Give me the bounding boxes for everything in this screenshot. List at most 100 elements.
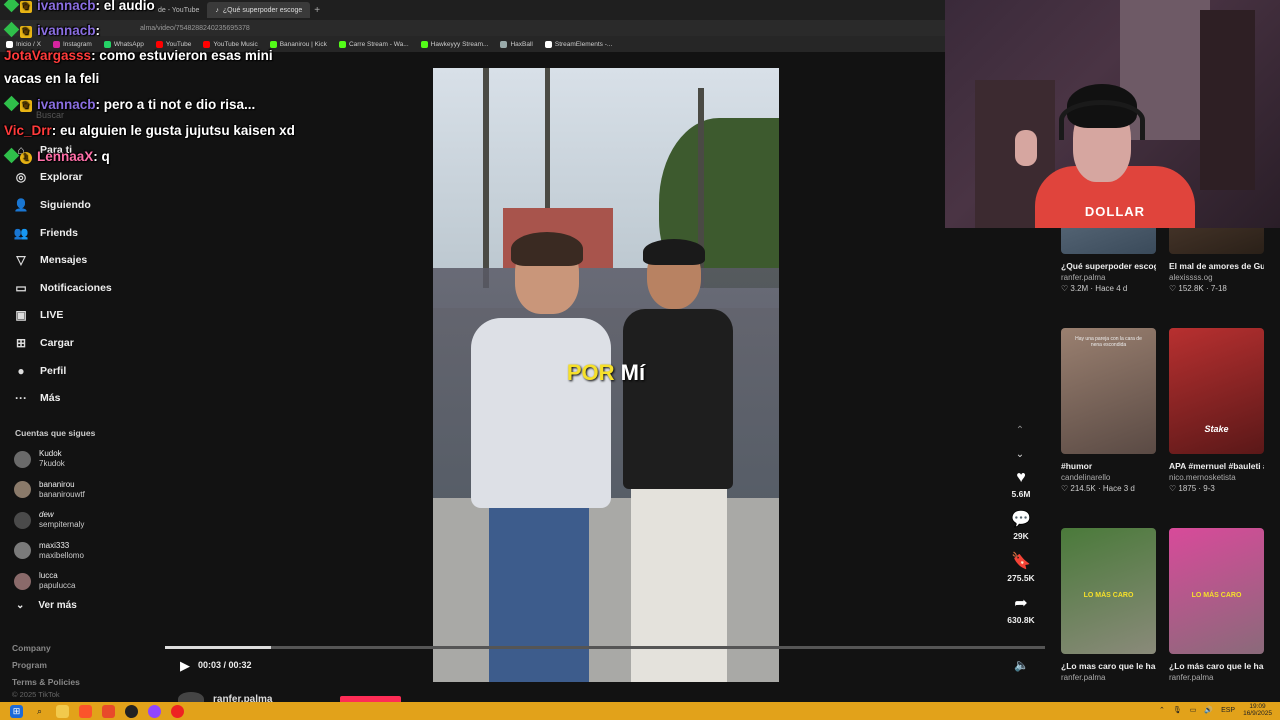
recommendation-card[interactable]: Hay una pareja con la cara de nena escon…: [1061, 328, 1156, 493]
bookmark-item[interactable]: YouTube: [155, 40, 191, 48]
video-area: POR Mí ⌃ ⌄ ♥ 5.6M 💬 29K 🔖 275.5K ➦ 630.8K ▶ 00:…: [165, 52, 1045, 706]
heart-icon[interactable]: ♥: [997, 468, 1045, 488]
footer-link[interactable]: Program: [12, 657, 80, 674]
following-item[interactable]: bananirou bananirouwtf: [14, 475, 164, 506]
recommendation-title[interactable]: El mal de amores de Gustavito ❤️ #GTA...: [1169, 260, 1264, 272]
following-item[interactable]: lucca papulucca: [14, 566, 164, 597]
address-bar[interactable]: alma/video/7548288240235695378: [0, 20, 945, 36]
recommendation-author[interactable]: ranfer.palma: [1169, 673, 1264, 682]
bookmark-item[interactable]: Carre Stream - Wa...: [338, 40, 409, 48]
following-item[interactable]: Kudok 7kudok: [14, 444, 164, 475]
bookmark-item[interactable]: Inicio / X: [6, 40, 41, 48]
recommendation-title[interactable]: ¿Lo más caro que le has regalado a tu? |…: [1169, 660, 1264, 672]
chevron-up-icon[interactable]: ⌃: [1012, 419, 1028, 443]
tab-youtube[interactable]: de - YouTube: [150, 2, 207, 18]
recommendation-title[interactable]: APA #mernuel #bauleti #moski...: [1169, 460, 1264, 472]
recommendation-thumbnail[interactable]: Hay una pareja con la cara de nena escon…: [1061, 328, 1156, 454]
bookmark-icon: [338, 40, 346, 48]
share-action[interactable]: ➦ 630.8K: [997, 594, 1045, 625]
language-indicator[interactable]: ESP: [1221, 707, 1235, 714]
shirt-text: DOLLAR: [1084, 204, 1146, 219]
sidebar-item-cargar[interactable]: ⊞ Cargar: [14, 329, 164, 357]
network-icon[interactable]: ▭: [1190, 706, 1197, 714]
chevron-down-icon[interactable]: ⌄: [1012, 443, 1028, 467]
avatar: [14, 542, 31, 560]
search-icon[interactable]: ⌕: [33, 705, 46, 718]
sidebar-item-siguiendo[interactable]: 👤 Siguiendo: [14, 191, 164, 219]
footer-link[interactable]: Company: [12, 640, 80, 657]
bookmark-item[interactable]: Bananirou | Kick: [269, 40, 327, 48]
following-item[interactable]: dew sempiternaly: [14, 505, 164, 536]
bookmark-label: HaxBall: [510, 40, 533, 48]
recommendation-card[interactable]: LO MÁS CARO ¿Lo mas caro que le has regal…: [1061, 528, 1156, 682]
new-tab-button[interactable]: +: [310, 5, 324, 16]
recommendation-author[interactable]: candelinarello: [1061, 473, 1156, 482]
recommendation-title[interactable]: ¿Qué superpoder escogerías? | Parte 2: [1061, 260, 1156, 272]
folder-icon[interactable]: [56, 704, 69, 718]
see-more-button[interactable]: ⌄ Ver más: [16, 600, 77, 611]
sidebar-item-live[interactable]: ▣ LIVE: [14, 302, 164, 330]
bookmark-action[interactable]: 🔖 275.5K: [997, 552, 1045, 583]
recommendation-card[interactable]: LO MÁS CARO ¿Lo más caro que le has regal…: [1169, 528, 1264, 682]
recommendation-title[interactable]: ¿Lo mas caro que le has regalado a tu...: [1061, 660, 1156, 672]
bookmark-item[interactable]: YouTube Music: [203, 40, 258, 48]
recommendation-thumbnail[interactable]: LO MÁS CARO: [1169, 528, 1264, 654]
sidebar-item-ms[interactable]: ··· Más: [14, 384, 164, 412]
chat-text: : q: [93, 149, 110, 164]
bookmark-icon: [500, 40, 508, 48]
profile-icon: ●: [17, 363, 25, 378]
progress-bar[interactable]: [165, 646, 1045, 649]
app-icon[interactable]: [171, 704, 184, 718]
volume-icon[interactable]: 🔊: [1204, 706, 1213, 714]
app-icon[interactable]: [148, 704, 161, 718]
recommendation-author[interactable]: ranfer.palma: [1061, 673, 1156, 682]
chevron-up-icon[interactable]: ⌃: [1159, 706, 1165, 714]
footer-link[interactable]: Terms & Policies: [12, 674, 80, 691]
following-item[interactable]: maxi333 maxibellomo: [14, 536, 164, 567]
bookmark-item[interactable]: HaxBall: [500, 40, 533, 48]
tab-tiktok[interactable]: ♪ ¿Qué superpoder escoge: [207, 2, 311, 18]
sidebar-item-mensajes[interactable]: ▽ Mensajes: [14, 246, 164, 274]
comment-icon[interactable]: 💬: [997, 510, 1045, 530]
recommendation-author[interactable]: ranfer.palma: [1061, 273, 1156, 282]
bookmark-icon[interactable]: 🔖: [997, 552, 1045, 572]
clock[interactable]: 19:09 16/9/2025: [1243, 703, 1272, 717]
sidebar-item-notificaciones[interactable]: ▭ Notificaciones: [14, 274, 164, 302]
video-player[interactable]: POR Mí: [433, 68, 779, 682]
bookmark-item[interactable]: StreamElements -...: [544, 40, 612, 48]
recommendation-thumbnail[interactable]: LO MÁS CARO: [1061, 528, 1156, 654]
sidebar-item-label: Más: [40, 392, 61, 405]
heart-action[interactable]: ♥ 5.6M: [997, 468, 1045, 499]
sidebar-item-friends[interactable]: 👥 Friends: [14, 219, 164, 247]
sidebar-item-perfil[interactable]: ● Perfil: [14, 357, 164, 385]
recommendation-meta: ♡ 214.5K · Hace 3 d: [1061, 484, 1135, 493]
mic-icon[interactable]: 🎙: [1173, 706, 1182, 714]
volume-icon[interactable]: 🔈: [1014, 658, 1029, 672]
sidebar-item-label: Friends: [40, 226, 78, 239]
recommendation-thumbnail[interactable]: Stake: [1169, 328, 1264, 454]
share-icon[interactable]: ➦: [997, 594, 1045, 614]
recommendation-author[interactable]: alexissss.og: [1169, 273, 1264, 282]
bookmark-item[interactable]: WhatsApp: [103, 40, 144, 48]
brave-icon[interactable]: [79, 704, 92, 718]
copyright: © 2025 TikTok: [12, 690, 60, 699]
action-count: 29K: [1013, 531, 1029, 541]
sidebar-item-explorar[interactable]: ◎ Explorar: [14, 164, 164, 192]
app-icon[interactable]: [102, 704, 115, 718]
obs-icon[interactable]: [125, 704, 138, 718]
bookmark-item[interactable]: Hawkeyyy Stream...: [420, 40, 488, 48]
windows-start-icon[interactable]: ⊞: [10, 704, 23, 718]
sidebar-item-label: Notificaciones: [40, 281, 112, 294]
bookmark-item[interactable]: Instagram: [52, 40, 92, 48]
recommendation-author[interactable]: nico.mernosketista: [1169, 473, 1264, 482]
comment-action[interactable]: 💬 29K: [997, 510, 1045, 541]
recommendation-title[interactable]: #humor: [1061, 460, 1156, 472]
following-username: maxibellomo: [39, 550, 84, 560]
chat-text: : pero a ti not e dio risa...: [95, 97, 256, 112]
webcam-hand: [1015, 130, 1037, 166]
chat-message: JotaVargasss: como estuvieron esas mini: [4, 48, 273, 63]
play-button[interactable]: ▶: [180, 658, 194, 673]
avatar: [14, 481, 31, 499]
diamond-badge-icon: [3, 21, 20, 38]
recommendation-card[interactable]: Stake APA #mernuel #bauleti #moski...nico…: [1169, 328, 1264, 493]
